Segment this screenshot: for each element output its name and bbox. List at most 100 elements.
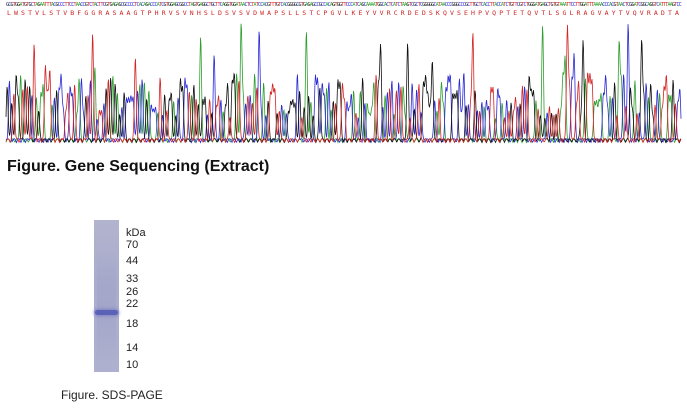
amino-acid: V [450, 9, 454, 17]
gel-smear [97, 250, 116, 360]
amino-acid: V [485, 9, 489, 17]
amino-acid: G [84, 9, 88, 17]
dna-base: C [679, 2, 682, 8]
amino-acid: T [141, 9, 145, 17]
amino-acid: S [281, 9, 285, 17]
amino-acid: L [42, 9, 46, 17]
gene-sequencing-caption: Figure. Gene Sequencing (Extract) [7, 158, 270, 175]
marker-26: 26 [126, 286, 139, 298]
amino-acid: P [148, 9, 152, 17]
amino-acid: L [211, 9, 215, 17]
amino-acid: D [661, 9, 665, 17]
amino-acid: V [380, 9, 384, 17]
amino-acid: H [197, 9, 201, 17]
amino-acid: T [56, 9, 60, 17]
amino-acid: V [183, 9, 187, 17]
amino-acid: V [534, 9, 538, 17]
amino-acid: T [619, 9, 623, 17]
marker-14: 14 [126, 342, 139, 354]
amino-acid: A [584, 9, 588, 17]
amino-acid: R [577, 9, 581, 17]
amino-acid: E [464, 9, 468, 17]
amino-acid: S [204, 9, 208, 17]
amino-acid: L [7, 9, 11, 17]
chromatogram-svg: GCGTGGATGTGCTAGAATTTACGCCCTTCCTAACCGTCTA… [5, 2, 682, 144]
amino-acid: A [267, 9, 271, 17]
amino-acid: A [127, 9, 131, 17]
amino-acid: Y [366, 9, 370, 17]
amino-acid: P [499, 9, 503, 17]
amino-acid: R [162, 9, 166, 17]
amino-acid: A [105, 9, 109, 17]
amino-acid: D [422, 9, 426, 17]
amino-acid: P [323, 9, 327, 17]
amino-acid: R [647, 9, 651, 17]
amino-acid: L [295, 9, 299, 17]
amino-acid: F [77, 9, 81, 17]
amino-acid: S [302, 9, 306, 17]
amino-acid: Q [633, 9, 637, 17]
amino-acid: V [373, 9, 377, 17]
amino-acid: R [401, 9, 405, 17]
amino-acid: S [176, 9, 180, 17]
amino-acid: D [218, 9, 222, 17]
amino-acid: P [274, 9, 278, 17]
marker-10: 10 [126, 359, 139, 371]
amino-acid: S [429, 9, 433, 17]
marker-44: 44 [126, 255, 139, 267]
amino-acid: Q [443, 9, 447, 17]
amino-acid: S [239, 9, 243, 17]
amino-acid: C [316, 9, 320, 17]
amino-acid: E [415, 9, 419, 17]
amino-acid: L [288, 9, 292, 17]
amino-acid: A [120, 9, 124, 17]
amino-acid: V [246, 9, 250, 17]
sds-page-caption: Figure. SDS-PAGE [61, 388, 163, 402]
marker-18: 18 [126, 318, 139, 330]
marker-22: 22 [126, 298, 139, 310]
amino-acid: K [436, 9, 440, 17]
chromatogram-panel: GCGTGGATGTGCTAGAATTTACGCCCTTCCTAACCGTCTA… [0, 0, 687, 150]
dna-base-row: GCGTGGATGTGCTAGAATTTACGCCCTTCCTAACCGTCTA… [6, 2, 682, 8]
amino-acid: L [345, 9, 349, 17]
amino-acid: G [134, 9, 138, 17]
amino-acid: V [626, 9, 630, 17]
amino-acid: G [591, 9, 595, 17]
amino-acid: V [35, 9, 39, 17]
amino-acid: S [555, 9, 559, 17]
amino-acid: A [654, 9, 658, 17]
sds-page-lane [94, 220, 119, 372]
amino-acid: T [28, 9, 32, 17]
amino-acid: R [98, 9, 102, 17]
amino-acid: K [352, 9, 356, 17]
amino-acid: S [21, 9, 25, 17]
amino-acid: D [408, 9, 412, 17]
amino-acid: S [457, 9, 461, 17]
marker-70: 70 [126, 239, 139, 251]
amino-acid: A [605, 9, 609, 17]
marker-unit-label: kDa [126, 227, 146, 239]
amino-acid: T [520, 9, 524, 17]
amino-acid: V [640, 9, 644, 17]
amino-acid: V [169, 9, 173, 17]
amino-acid: L [570, 9, 574, 17]
amino-acid: N [190, 9, 194, 17]
protein-sequence-row: LWSTVLSTVBFGGRASAAGTPHRVSVNHSLDSVSVDWAPS… [7, 9, 679, 17]
amino-acid: Y [612, 9, 616, 17]
protein-band [95, 310, 118, 315]
amino-acid: V [63, 9, 67, 17]
amino-acid: G [330, 9, 334, 17]
amino-acid: R [387, 9, 391, 17]
amino-acid: H [155, 9, 159, 17]
amino-acid: T [309, 9, 313, 17]
marker-33: 33 [126, 273, 139, 285]
amino-acid: W [260, 9, 264, 17]
amino-acid: T [668, 9, 672, 17]
amino-acid: L [548, 9, 552, 17]
amino-acid: C [394, 9, 398, 17]
amino-acid: G [562, 9, 566, 17]
amino-acid: B [70, 9, 74, 17]
amino-acid: T [541, 9, 545, 17]
amino-acid: V [337, 9, 341, 17]
amino-acid: E [513, 9, 517, 17]
